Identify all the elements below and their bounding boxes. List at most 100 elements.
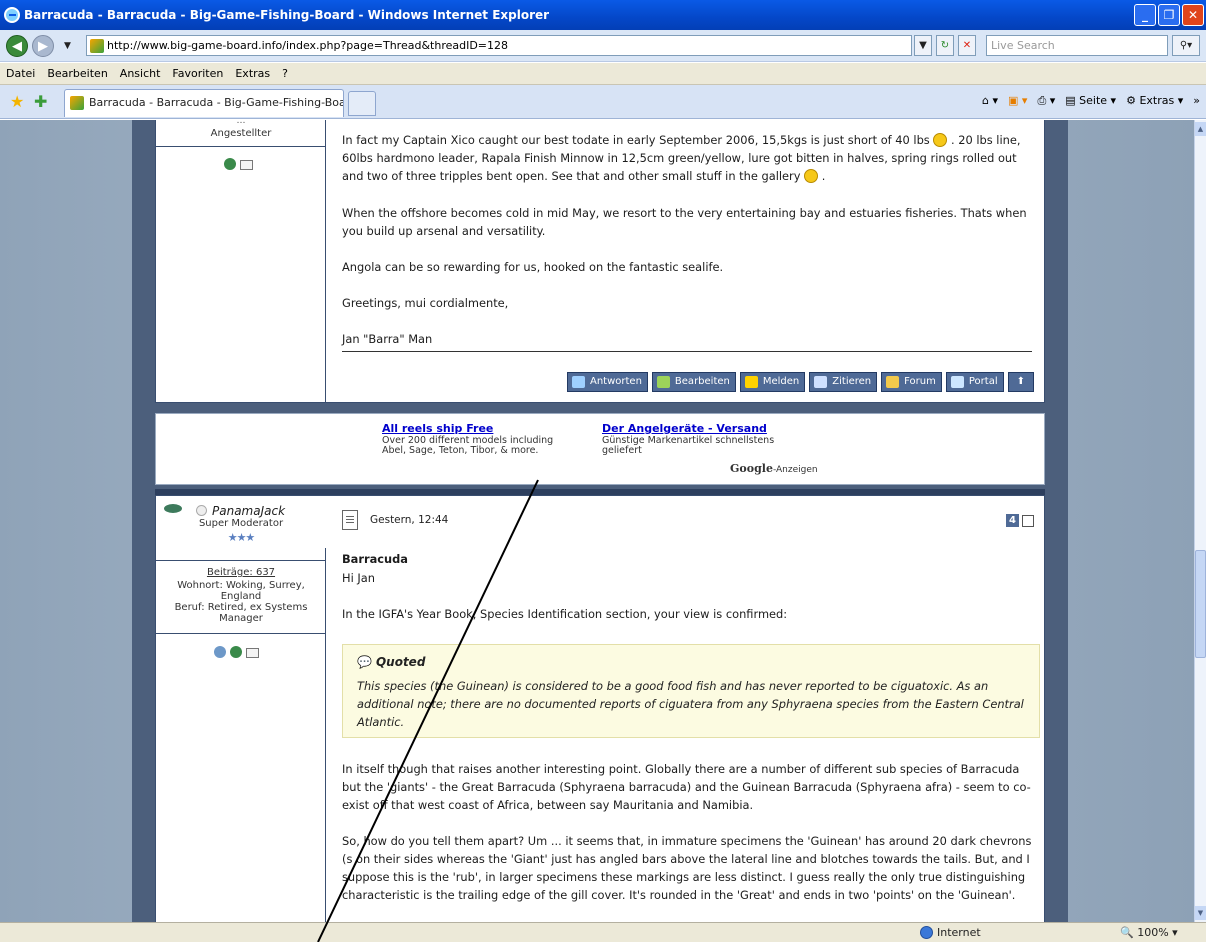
fish-icon bbox=[164, 504, 182, 513]
menu-extras[interactable]: Extras bbox=[229, 67, 276, 80]
url-input[interactable]: http://www.big-game-board.info/index.php… bbox=[86, 35, 912, 56]
maximize-button[interactable]: ❐ bbox=[1158, 4, 1180, 26]
paragraph: Hi Jan bbox=[342, 571, 375, 585]
select-post-checkbox[interactable] bbox=[1022, 514, 1034, 527]
google-ads: All reels ship Free Over 200 different m… bbox=[155, 413, 1045, 485]
quote-button[interactable]: Zitieren bbox=[809, 372, 878, 392]
ad-1-link[interactable]: All reels ship Free bbox=[382, 423, 553, 434]
profile-icon[interactable] bbox=[230, 646, 242, 658]
page-viewport: … Angestellter In fact my Captain Xico c… bbox=[0, 120, 1194, 922]
smiley-icon bbox=[804, 169, 819, 183]
ie-logo-icon bbox=[4, 7, 20, 23]
forum-button[interactable]: Forum bbox=[881, 372, 942, 392]
menu-datei[interactable]: Datei bbox=[0, 67, 41, 80]
post-2-sidebar: PanamaJack Super Moderator ★★★ Beiträge:… bbox=[156, 496, 326, 922]
post-count[interactable]: Beiträge: 637 bbox=[156, 567, 326, 578]
scroll-thumb[interactable] bbox=[1195, 550, 1206, 658]
more-chevron-icon[interactable]: » bbox=[1193, 94, 1200, 108]
smiley-icon bbox=[933, 133, 948, 147]
close-button[interactable]: ✕ bbox=[1182, 4, 1204, 26]
profile-icon[interactable] bbox=[224, 158, 236, 170]
zoom-control[interactable]: 🔍 100% ▾ bbox=[1120, 926, 1178, 939]
menu-favoriten[interactable]: Favoriten bbox=[166, 67, 229, 80]
tab-bar: ★ ✚ Barracuda - Barracuda - Big-Game-Fis… bbox=[0, 85, 1206, 119]
paragraph: In itself though that raises another int… bbox=[342, 762, 1031, 812]
feeds-icon[interactable]: ▣ ▾ bbox=[1008, 94, 1027, 108]
speech-bubble-icon: 💬 bbox=[357, 655, 372, 669]
ad-2-link[interactable]: Der Angelgeräte - Versand bbox=[602, 423, 774, 434]
search-input[interactable]: Live Search bbox=[986, 35, 1168, 56]
scroll-down-icon[interactable]: ▼ bbox=[1195, 906, 1206, 920]
user-title: Angestellter bbox=[210, 128, 272, 139]
forward-icon[interactable]: ▶ bbox=[32, 35, 54, 57]
home-icon[interactable]: ⌂ ▾ bbox=[982, 94, 998, 108]
paragraph: When the offshore becomes cold in mid Ma… bbox=[342, 206, 1027, 238]
paragraph: In fact my Captain Xico caught our best … bbox=[342, 133, 1021, 183]
globe-icon bbox=[920, 926, 933, 939]
favorites-star-icon[interactable]: ★ bbox=[10, 92, 24, 111]
tools-menu[interactable]: ⚙ Extras ▾ bbox=[1126, 94, 1183, 108]
page-menu[interactable]: ▤ Seite ▾ bbox=[1065, 94, 1116, 108]
browser-window: Barracuda - Barracuda - Big-Game-Fishing… bbox=[0, 0, 1206, 942]
rank-stars-icon: ★★★ bbox=[227, 531, 256, 544]
status-bar: Internet 🔍 100% ▾ bbox=[0, 922, 1206, 942]
scroll-up-icon[interactable]: ▲ bbox=[1195, 122, 1206, 136]
username[interactable]: PanamaJack bbox=[212, 504, 285, 518]
post-1-message: In fact my Captain Xico caught our best … bbox=[326, 120, 1044, 402]
refresh-icon[interactable]: ↻ bbox=[936, 35, 954, 56]
menu-bar: Datei Bearbeiten Ansicht Favoriten Extra… bbox=[0, 63, 1206, 85]
menu-ansicht[interactable]: Ansicht bbox=[114, 67, 167, 80]
minimize-button[interactable]: _ bbox=[1134, 4, 1156, 26]
email-icon[interactable] bbox=[246, 648, 259, 658]
report-button[interactable]: Melden bbox=[739, 372, 806, 392]
new-tab-button[interactable] bbox=[348, 91, 376, 116]
quote-title: 💬 Quoted bbox=[357, 655, 426, 669]
search-icon[interactable]: ⚲▾ bbox=[1172, 35, 1200, 56]
history-dropdown-icon[interactable]: ▼ bbox=[64, 41, 71, 51]
menu-help[interactable]: ? bbox=[276, 67, 294, 80]
reply-button[interactable]: Antworten bbox=[567, 372, 648, 392]
post-1-sidebar: … Angestellter bbox=[156, 120, 326, 402]
portal-button[interactable]: Portal bbox=[945, 372, 1004, 392]
edit-button[interactable]: Bearbeiten bbox=[651, 372, 736, 392]
homepage-icon[interactable] bbox=[214, 646, 226, 658]
ad-2[interactable]: Der Angelgeräte - Versand Günstige Marke… bbox=[602, 423, 774, 456]
post-meta: Gestern, 12:44 bbox=[342, 510, 448, 530]
post-subject: Barracuda bbox=[342, 552, 408, 566]
stop-icon[interactable]: ✕ bbox=[958, 35, 976, 56]
post-1-actions: Antworten Bearbeiten Melden Zitieren For… bbox=[567, 372, 1034, 392]
online-status-icon bbox=[196, 505, 207, 516]
location-line-1: Wohnort: Woking, Surrey, bbox=[177, 580, 305, 591]
paragraph: Greetings, mui cordialmente, bbox=[342, 296, 509, 310]
back-icon[interactable]: ◀ bbox=[6, 35, 28, 57]
site-favicon-icon bbox=[90, 39, 104, 53]
address-bar: ◀ ▶ ▼ http://www.big-game-board.info/ind… bbox=[0, 30, 1206, 62]
post-date: Gestern, 12:44 bbox=[370, 514, 449, 526]
post-number: 4 bbox=[1006, 514, 1034, 527]
email-icon[interactable] bbox=[240, 160, 253, 170]
signature: Jan "Barra" Man bbox=[342, 332, 433, 346]
url-dropdown-icon[interactable]: ▼ bbox=[914, 35, 932, 56]
post-document-icon bbox=[342, 510, 358, 530]
window-title: Barracuda - Barracuda - Big-Game-Fishing… bbox=[24, 8, 550, 22]
title-bar: Barracuda - Barracuda - Big-Game-Fishing… bbox=[0, 0, 1206, 30]
job-line-2: Manager bbox=[219, 613, 263, 624]
tab-favicon-icon bbox=[70, 96, 84, 110]
paragraph: In the IGFA's Year Book, Species Identif… bbox=[342, 607, 788, 621]
ad-1[interactable]: All reels ship Free Over 200 different m… bbox=[382, 423, 553, 456]
job-line-1: Beruf: Retired, ex Systems bbox=[174, 602, 308, 613]
post-2-message: Gestern, 12:44 4 Barracuda Hi Jan In the… bbox=[326, 496, 1044, 922]
user-rank: Super Moderator bbox=[198, 518, 284, 529]
menu-bearbeiten[interactable]: Bearbeiten bbox=[41, 67, 113, 80]
tab-barracuda[interactable]: Barracuda - Barracuda - Big-Game-Fishing… bbox=[64, 89, 344, 117]
scroll-top-button[interactable]: ⬆ bbox=[1007, 372, 1034, 392]
quote-box: 💬 Quoted This species (the Guinean) is co… bbox=[342, 644, 1040, 738]
paragraph: So, how do you tell them apart? Um ... i… bbox=[342, 834, 1032, 902]
google-ads-label[interactable]: Google-Anzeigen bbox=[730, 462, 818, 475]
paragraph: Angola can be so rewarding for us, hooke… bbox=[342, 260, 724, 274]
add-favorite-icon[interactable]: ✚ bbox=[34, 92, 47, 111]
post-1: … Angestellter In fact my Captain Xico c… bbox=[155, 120, 1045, 403]
print-icon[interactable]: ⎙ ▾ bbox=[1037, 94, 1055, 108]
security-zone: Internet bbox=[920, 926, 981, 939]
vertical-scrollbar[interactable]: ▲ ▼ bbox=[1194, 120, 1206, 922]
